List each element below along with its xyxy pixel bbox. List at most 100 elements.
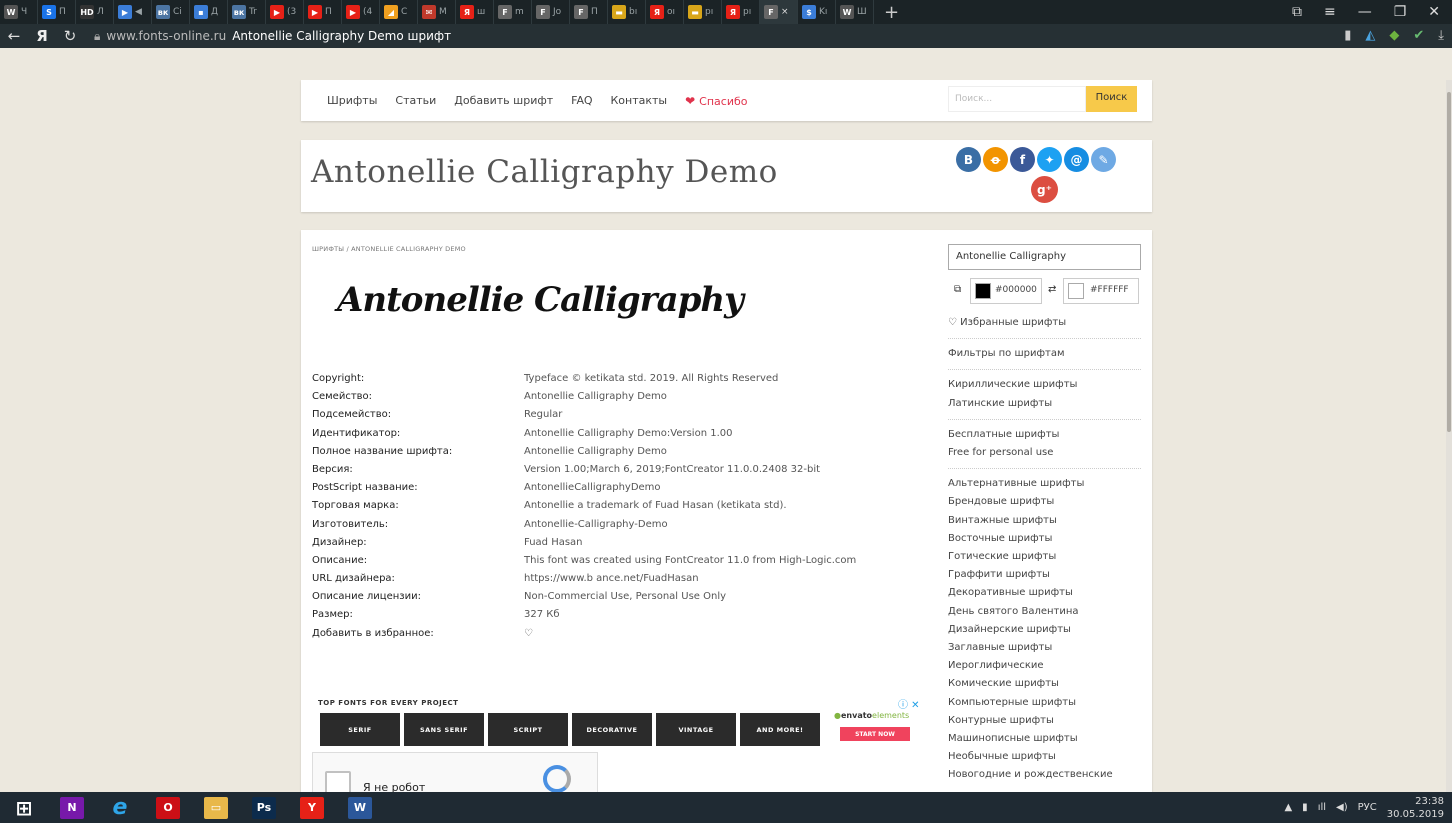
browser-tab[interactable]: ▬ pı <box>684 0 722 24</box>
sidebar-filter-link[interactable]: Машинописные шрифты <box>948 730 1141 748</box>
filters-heading[interactable]: Фильтры по шрифтам <box>948 345 1141 363</box>
preview-text-input[interactable]: Antonellie Calligraphy <box>948 244 1141 270</box>
browser-tab[interactable]: вк Tr <box>228 0 266 24</box>
sidebar-filter-link[interactable]: Брендовые шрифты <box>948 493 1141 511</box>
browser-tab[interactable]: ▪ Д <box>190 0 228 24</box>
breadcrumb[interactable]: ШРИФТЫ / ANTONELLIE CALLIGRAPHY DEMO <box>312 245 466 253</box>
ad-category-tile[interactable]: SCRIPT <box>488 713 568 746</box>
extension-icon[interactable]: ◆ <box>1389 28 1399 43</box>
sidebar-filter-link[interactable]: Новогодние и рождественские <box>948 766 1141 784</box>
swap-colors-icon[interactable]: ⇄ <box>1048 284 1056 295</box>
taskbar-onenote-icon[interactable]: N <box>48 792 96 823</box>
sidebar-filter-link[interactable]: Кириллические шрифты <box>948 376 1141 394</box>
sidebar-filter-link[interactable]: Граффити шрифты <box>948 566 1141 584</box>
browser-tab[interactable]: ▶ (3 <box>266 0 304 24</box>
page-scrollbar[interactable] <box>1446 80 1452 792</box>
mailru-share-icon[interactable]: @ <box>1064 147 1089 172</box>
sidebar-filter-link[interactable]: Бесплатные шрифты <box>948 426 1141 444</box>
nav-contacts[interactable]: Контакты <box>610 94 667 107</box>
start-now-button[interactable]: START NOW <box>840 727 910 741</box>
taskbar-photoshop-icon[interactable]: Ps <box>240 792 288 823</box>
ok-share-icon[interactable]: ꝋ <box>983 147 1008 172</box>
sidebar-filter-link[interactable]: Альтернативные шрифты <box>948 475 1141 493</box>
taskbar-start-icon[interactable]: ⊞ <box>0 792 48 823</box>
yandex-logo-icon[interactable]: Я <box>28 27 56 45</box>
sidebar-filter-link[interactable]: Винтажные шрифты <box>948 512 1141 530</box>
sidebar-filter-link[interactable]: День святого Валентина <box>948 603 1141 621</box>
sidebar-filter-link[interactable]: Латинские шрифты <box>948 395 1141 413</box>
sidebar-filter-link[interactable]: Заглавные шрифты <box>948 639 1141 657</box>
new-tab-button[interactable]: + <box>874 2 909 23</box>
twitter-share-icon[interactable]: ✦ <box>1037 147 1062 172</box>
ad-banner[interactable]: TOP FONTS FOR EVERY PROJECT SERIF SANS SE… <box>312 696 920 748</box>
network-icon[interactable]: ▮ <box>1302 802 1308 813</box>
alice-icon[interactable]: ◭ <box>1365 28 1375 43</box>
url-field[interactable]: 🔒︎ www.fonts-online.ru Antonellie Callig… <box>94 29 451 44</box>
bg-color-swatch[interactable] <box>1068 283 1084 299</box>
sidebar-filter-link[interactable]: Иероглифические <box>948 657 1141 675</box>
sidebar-filter-link[interactable]: Компьютерные шрифты <box>948 694 1141 712</box>
bookmark-icon[interactable]: ▮ <box>1344 28 1351 43</box>
taskbar-yandex-icon[interactable]: Y <box>288 792 336 823</box>
ad-close-icon[interactable]: ⓘ ✕ <box>898 696 920 711</box>
back-button[interactable]: ← <box>0 27 28 45</box>
browser-tab[interactable]: ✉ М <box>418 0 456 24</box>
vk-share-icon[interactable]: B <box>956 147 981 172</box>
browser-tab[interactable]: SП <box>38 0 76 24</box>
sidebar-filter-link[interactable]: Дизайнерские шрифты <box>948 621 1141 639</box>
browser-tab[interactable]: WЧ <box>0 0 38 24</box>
browser-tab[interactable]: Яoı <box>646 0 684 24</box>
browser-tab[interactable]: Fm <box>494 0 532 24</box>
search-button[interactable]: Поиск <box>1086 86 1137 112</box>
browser-tab[interactable]: FП <box>570 0 608 24</box>
nav-add-font[interactable]: Добавить шрифт <box>454 94 553 107</box>
nav-faq[interactable]: FAQ <box>571 94 592 107</box>
nav-thanks[interactable]: ❤ Спасибо <box>685 94 747 108</box>
browser-tab[interactable]: вк Сі <box>152 0 190 24</box>
ad-category-tile[interactable]: VINTAGE <box>656 713 736 746</box>
search-input[interactable]: Поиск... <box>948 86 1086 112</box>
browser-tab[interactable]: ◢ С <box>380 0 418 24</box>
taskbar-word-icon[interactable]: W <box>336 792 384 823</box>
sidebar-filter-link[interactable]: Декоративные шрифты <box>948 584 1141 602</box>
downloads-icon[interactable]: ⤓ <box>1438 28 1444 43</box>
ad-category-tile[interactable]: SERIF <box>320 713 400 746</box>
nav-articles[interactable]: Статьи <box>395 94 436 107</box>
nav-fonts[interactable]: Шрифты <box>327 94 377 107</box>
property-value[interactable]: ♡ <box>524 628 533 646</box>
googleplus-share-icon[interactable]: g⁺ <box>1031 176 1058 203</box>
reload-button[interactable]: ↻ <box>56 27 84 45</box>
browser-tab[interactable]: F × <box>760 0 798 24</box>
fg-color-swatch[interactable] <box>975 283 991 299</box>
taskbar-ie-icon[interactable]: e <box>96 792 144 823</box>
captcha-checkbox[interactable] <box>325 771 351 792</box>
browser-tab[interactable]: HD Л <box>76 0 114 24</box>
menu-icon[interactable]: ≡ <box>1324 4 1336 20</box>
favorites-link[interactable]: ♡ Избранные шрифты <box>948 314 1141 332</box>
browser-tab[interactable]: ▶ П <box>304 0 342 24</box>
close-button[interactable]: ✕ <box>1428 4 1440 20</box>
scrollbar-thumb[interactable] <box>1447 92 1451 432</box>
ad-category-tile[interactable]: SANS SERIF <box>404 713 484 746</box>
restore-button[interactable]: ❐ <box>1394 4 1407 20</box>
browser-tab[interactable]: ▶ (4 <box>342 0 380 24</box>
taskbar-opera-icon[interactable]: O <box>144 792 192 823</box>
adguard-icon[interactable]: ✔ <box>1413 28 1424 43</box>
volume-icon[interactable]: ◀) <box>1336 802 1348 813</box>
signal-icon[interactable]: ıll <box>1318 802 1326 813</box>
sidebar-filter-link[interactable]: Free for personal use <box>948 444 1141 462</box>
clock[interactable]: 23:38 30.05.2019 <box>1387 795 1444 821</box>
browser-tab[interactable]: $ Kı <box>798 0 836 24</box>
ad-category-tile[interactable]: AND MORE! <box>740 713 820 746</box>
browser-tab[interactable]: Яш <box>456 0 494 24</box>
browser-tab[interactable]: ▬ bı <box>608 0 646 24</box>
browser-tab[interactable]: WШ <box>836 0 874 24</box>
tray-arrow-icon[interactable]: ▲ <box>1284 802 1292 813</box>
sidebar-filter-link[interactable]: Восточные шрифты <box>948 530 1141 548</box>
sidebar-filter-link[interactable]: Готические шрифты <box>948 548 1141 566</box>
livejournal-share-icon[interactable]: ✎ <box>1091 147 1116 172</box>
taskbar-explorer-icon[interactable]: ▭ <box>192 792 240 823</box>
browser-tab[interactable]: Яpı <box>722 0 760 24</box>
facebook-share-icon[interactable]: f <box>1010 147 1035 172</box>
sidebar-filter-link[interactable]: Контурные шрифты <box>948 712 1141 730</box>
